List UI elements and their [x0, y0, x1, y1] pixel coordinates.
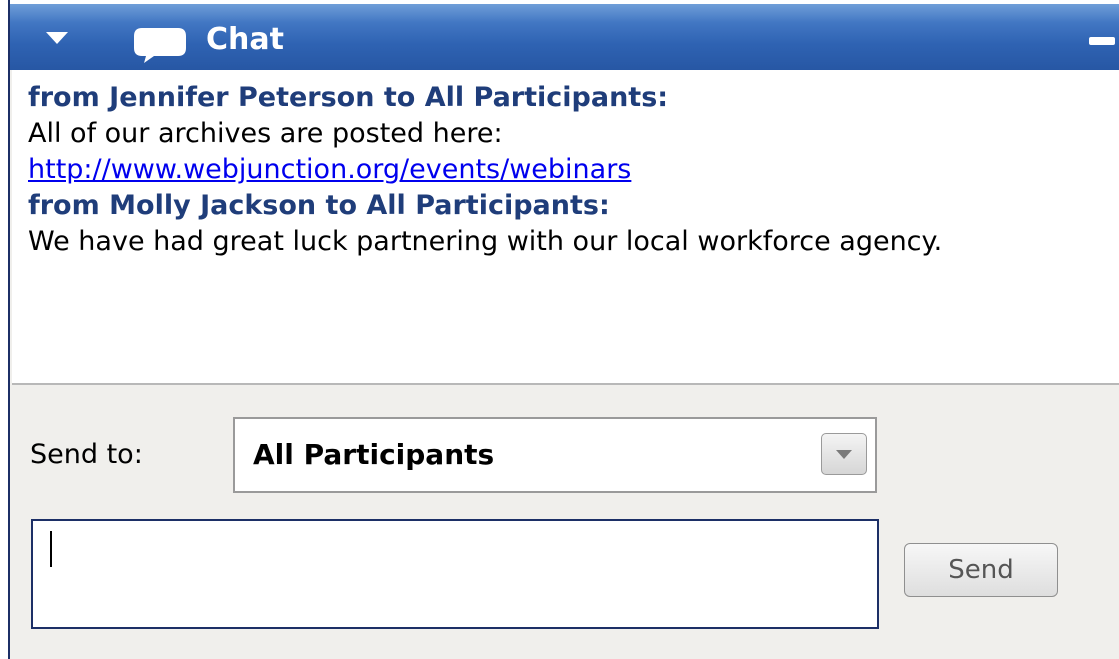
- send-button[interactable]: Send: [904, 543, 1058, 597]
- chat-panel: Chat from Jennifer Peterson to All Parti…: [0, 0, 1119, 659]
- text-caret: [50, 531, 52, 567]
- triangle-down-icon[interactable]: [46, 32, 68, 44]
- message-text: All of our archives are posted here:: [28, 118, 503, 149]
- minimize-icon[interactable]: [1089, 37, 1115, 45]
- message-sender-header: from Jennifer Peterson to All Participan…: [28, 82, 669, 113]
- chat-message: from Jennifer Peterson to All Participan…: [28, 80, 1119, 188]
- message-sender-header: from Molly Jackson to All Participants:: [28, 190, 610, 221]
- chevron-down-icon[interactable]: [821, 433, 867, 475]
- speech-bubble-icon: [134, 28, 186, 63]
- chat-message-input[interactable]: [31, 519, 879, 629]
- message-link-line: http://www.webjunction.org/events/webina…: [28, 152, 1119, 188]
- send-to-selected-value: All Participants: [253, 438, 495, 471]
- panel-title: Chat: [206, 22, 284, 57]
- chat-message: from Molly Jackson to All Participants: …: [28, 188, 1119, 260]
- send-to-label: Send to:: [30, 439, 143, 470]
- chat-message-list: from Jennifer Peterson to All Participan…: [12, 70, 1119, 385]
- message-link[interactable]: http://www.webjunction.org/events/webina…: [28, 154, 631, 185]
- chat-titlebar: Chat: [10, 0, 1119, 70]
- message-text: We have had great luck partnering with o…: [28, 226, 943, 257]
- panel-left-border: [0, 0, 10, 659]
- send-to-dropdown[interactable]: All Participants: [233, 417, 877, 493]
